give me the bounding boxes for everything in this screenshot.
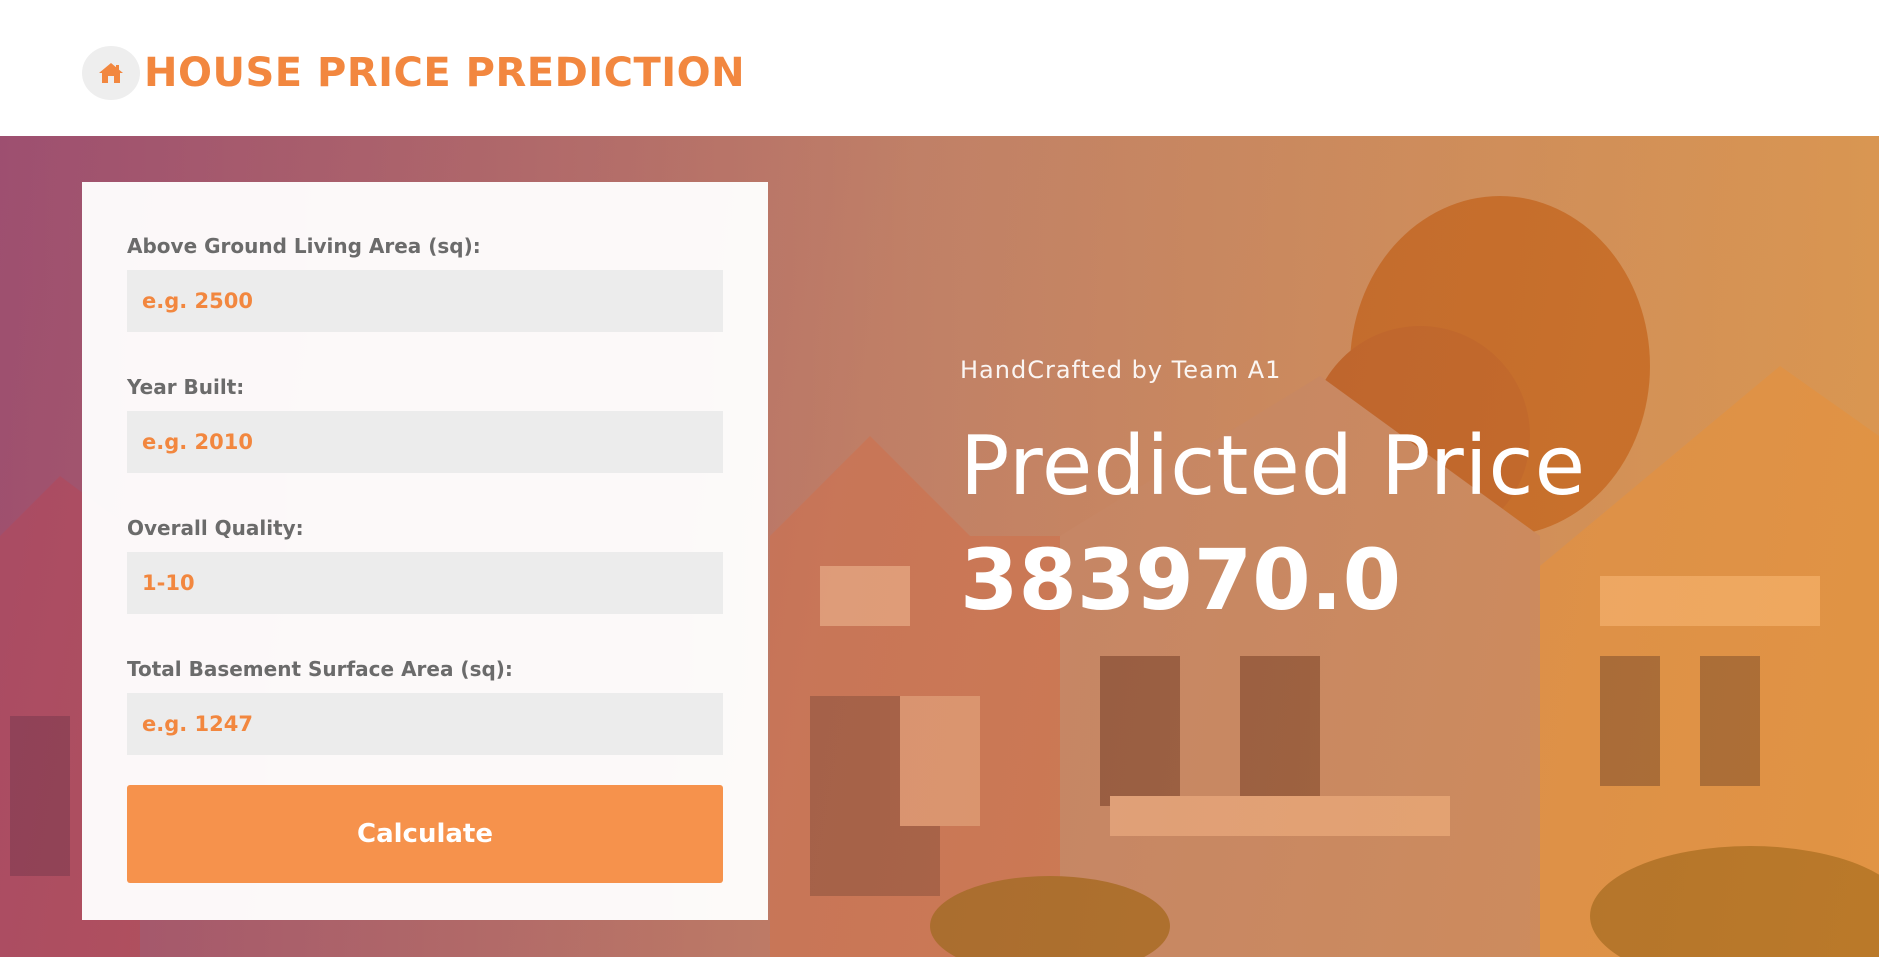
overall-quality-input[interactable] [127,552,723,614]
calculate-button[interactable]: Calculate [127,785,723,883]
overall-quality-label: Overall Quality: [127,516,304,540]
result-panel: HandCrafted by Team A1 Predicted Price 3… [960,356,1586,627]
basement-area-label: Total Basement Surface Area (sq): [127,657,513,681]
predicted-price-value: 383970.0 [960,531,1402,630]
brand-link[interactable]: HOUSE PRICE PREDICTION [82,46,745,100]
living-area-input[interactable] [127,270,723,332]
basement-area-input[interactable] [127,693,723,755]
home-icon [82,46,140,100]
credits-tagline: HandCrafted by Team A1 [960,356,1282,384]
page-title: HOUSE PRICE PREDICTION [144,50,746,96]
prediction-form: Above Ground Living Area (sq): Year Buil… [82,182,768,920]
living-area-label: Above Ground Living Area (sq): [127,234,481,258]
top-navbar: HOUSE PRICE PREDICTION [0,0,1879,136]
year-built-input[interactable] [127,411,723,473]
result-heading: Predicted Price [960,419,1587,514]
hero-section: Above Ground Living Area (sq): Year Buil… [0,136,1879,957]
year-built-label: Year Built: [127,375,245,399]
